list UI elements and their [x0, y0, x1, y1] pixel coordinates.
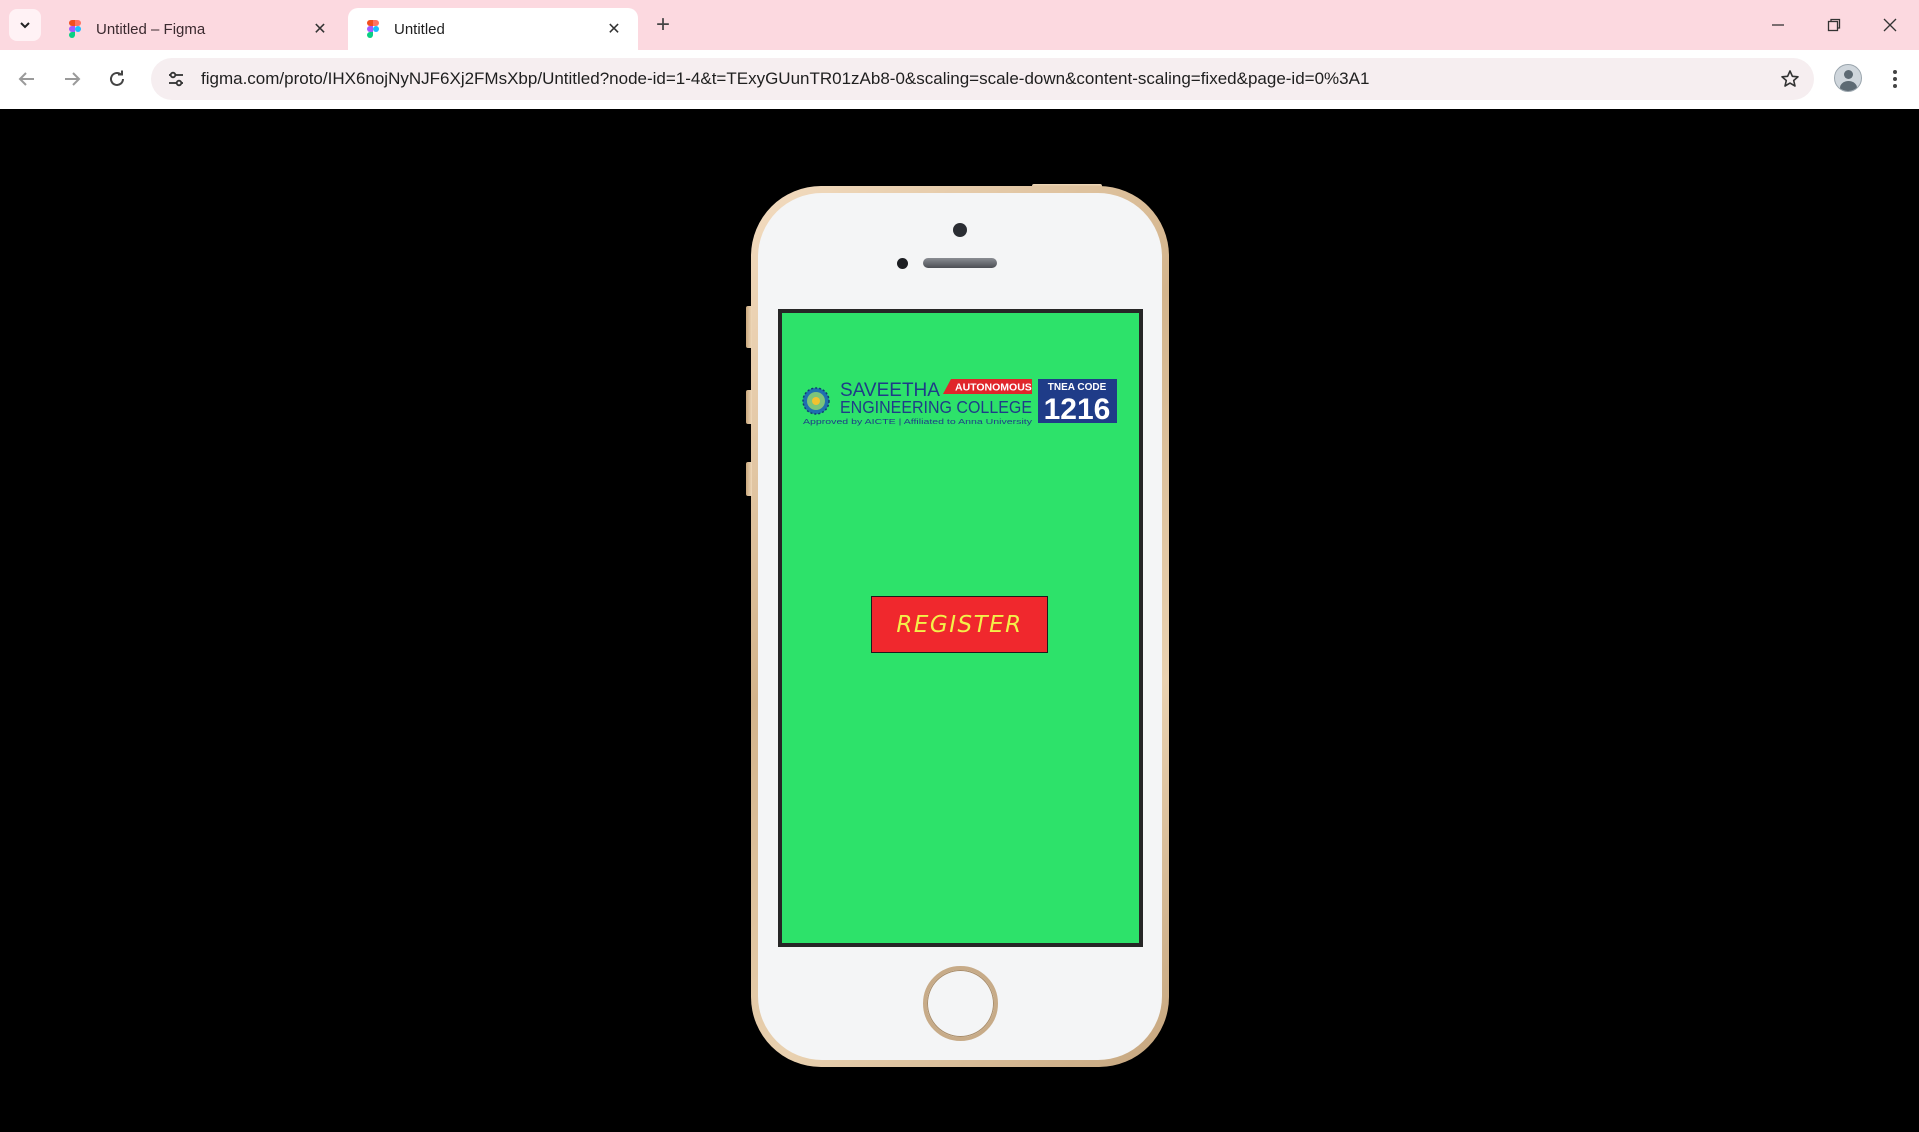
forward-button[interactable] — [55, 62, 89, 96]
phone-sensor — [897, 258, 908, 269]
register-label: REGISTER — [896, 611, 1023, 638]
back-button[interactable] — [10, 62, 44, 96]
site-info-button[interactable] — [155, 58, 197, 100]
url-text[interactable]: figma.com/proto/IHX6nojNyNJF6Xj2FMsXbp/U… — [201, 69, 1770, 89]
phone-home-button — [923, 966, 998, 1041]
autonomous-badge: AUTONOMOUS — [955, 382, 1032, 394]
restore-icon — [1827, 18, 1841, 32]
kebab-menu-icon — [1893, 70, 1897, 88]
tab-title: Untitled – Figma — [96, 20, 206, 38]
phone-camera — [953, 223, 967, 237]
tab-title: Untitled — [394, 20, 445, 38]
tab-prototype[interactable]: Untitled ✕ — [348, 8, 638, 50]
phone-volume-up — [746, 390, 752, 424]
tnea-code-label: TNEA CODE — [1048, 382, 1107, 393]
browser-menu-button[interactable] — [1880, 62, 1910, 96]
figma-icon — [69, 20, 81, 38]
phone-speaker — [923, 258, 997, 268]
phone-volume-down — [746, 462, 752, 496]
reload-icon — [110, 70, 124, 86]
close-icon — [1883, 18, 1897, 32]
tab-strip: Untitled – Figma ✕ Untitled ✕ + — [0, 0, 1919, 50]
register-button[interactable]: REGISTER — [871, 596, 1048, 653]
tnea-code-value: 1216 — [1044, 393, 1111, 426]
arrow-right-icon — [65, 72, 81, 86]
phone-mute-switch — [746, 306, 752, 348]
minimize-button[interactable] — [1750, 0, 1806, 50]
browser-toolbar: figma.com/proto/IHX6nojNyNJF6Xj2FMsXbp/U… — [0, 50, 1919, 109]
minimize-icon — [1772, 24, 1784, 26]
new-tab-button[interactable]: + — [648, 10, 678, 40]
figma-icon — [367, 20, 379, 38]
arrow-left-icon — [18, 72, 34, 86]
close-window-button[interactable] — [1862, 0, 1918, 50]
star-icon — [1781, 70, 1799, 87]
college-name-line2: ENGINEERING COLLEGE — [840, 397, 1032, 417]
restore-button[interactable] — [1806, 0, 1862, 50]
close-icon[interactable]: ✕ — [310, 19, 330, 39]
college-logo: SAVEETHA AUTONOMOUS ENGINEERING COLLEGE … — [802, 379, 1117, 426]
bookmark-button[interactable] — [1770, 59, 1810, 99]
chevron-down-icon — [20, 22, 30, 29]
close-icon[interactable]: ✕ — [604, 19, 624, 39]
tab-search-button[interactable] — [9, 9, 41, 41]
address-bar[interactable]: figma.com/proto/IHX6nojNyNJF6Xj2FMsXbp/U… — [151, 58, 1814, 100]
college-tagline: Approved by AICTE | Affiliated to Anna U… — [803, 417, 1032, 426]
tab-figma-editor[interactable]: Untitled – Figma ✕ — [50, 8, 344, 50]
profile-avatar[interactable] — [1834, 64, 1862, 92]
tune-icon — [169, 71, 183, 87]
reload-button[interactable] — [100, 62, 134, 96]
emblem-icon — [802, 387, 830, 415]
plus-icon: + — [655, 11, 670, 38]
